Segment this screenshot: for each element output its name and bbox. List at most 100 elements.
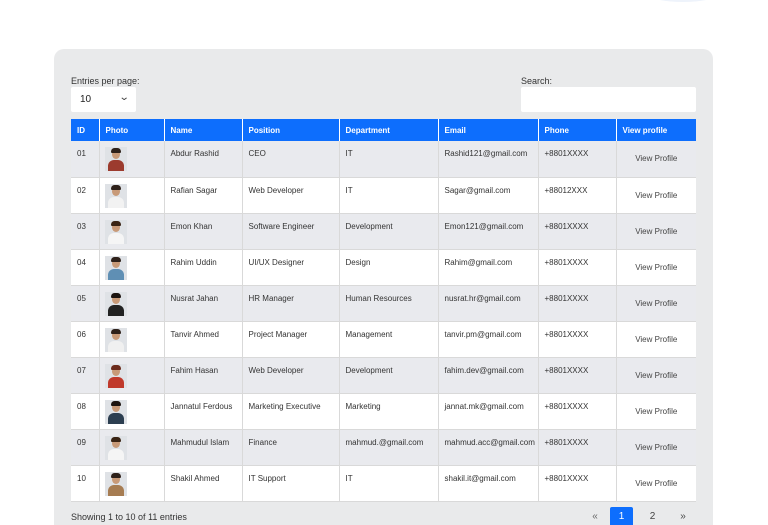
cell-position: IT Support [242,465,340,502]
pagination-page-2[interactable]: 2 [641,507,664,525]
cell-email: nusrat.hr@gmail.com [438,285,539,322]
cell-id: 04 [71,249,100,286]
cell-phone: +8801XXXX [538,465,617,502]
avatar-hair [110,364,121,370]
cell-view-profile: View Profile [616,393,696,430]
table-row: 09 Mahmudul Islam Finance mahmud.@gmail.com… [71,429,696,466]
cell-photo [99,285,165,322]
avatar [104,399,127,424]
cell-email: mahmud.acc@gmail.com [438,429,539,466]
column-header-position[interactable]: Position [242,119,340,141]
view-profile-link[interactable]: View Profile [635,335,677,344]
avatar-body [107,340,124,352]
cell-id: 10 [71,465,100,502]
employee-table-wrapper: ID Photo Name Position Department Email … [71,119,696,502]
cell-department: Marketing [339,393,439,430]
cell-photo [99,177,165,214]
avatar-body [107,412,124,424]
cell-name: Mahmudul Islam [164,429,243,466]
column-header-photo[interactable]: Photo [99,119,165,141]
column-header-email[interactable]: Email [438,119,539,141]
avatar-body [107,160,124,171]
column-header-id[interactable]: ID [71,119,100,141]
column-header-view-profile[interactable]: View profile [616,119,696,141]
cell-department: IT [339,141,439,178]
cell-email: shakil.it@gmail.com [438,465,539,502]
column-header-phone[interactable]: Phone [538,119,617,141]
cell-name: Rahim Uddin [164,249,243,286]
cell-view-profile: View Profile [616,321,696,358]
pagination-page-1[interactable]: 1 [610,507,633,525]
view-profile-link[interactable]: View Profile [635,479,677,488]
cell-view-profile: View Profile [616,285,696,322]
cell-name: Abdur Rashid [164,141,243,178]
avatar-body [107,304,124,316]
cell-department: Development [339,357,439,394]
employee-table-panel: Entries per page: 10 ⌄ Search: ID Photo … [54,49,713,525]
pagination-prev-button[interactable]: « [583,507,607,525]
cell-name: Shakil Ahmed [164,465,243,502]
entries-per-page-select[interactable]: 10 ⌄ [71,87,136,112]
entries-per-page-label: Entries per page: [71,76,140,86]
cell-photo [99,357,165,394]
cell-id: 08 [71,393,100,430]
avatar-body [107,484,124,496]
avatar-hair [110,472,121,478]
cell-phone: +8801XXXX [538,393,617,430]
table-header-row: ID Photo Name Position Department Email … [71,119,696,141]
view-profile-link[interactable]: View Profile [635,154,677,163]
cell-position: HR Manager [242,285,340,322]
pagination-next-button[interactable]: » [671,507,695,525]
cell-phone: +8801XXXX [538,213,617,250]
cell-photo [99,465,165,502]
avatar [104,435,127,460]
cell-email: jannat.mk@gmail.com [438,393,539,430]
cell-photo [99,393,165,430]
employee-table: ID Photo Name Position Department Email … [71,119,696,502]
cell-department: mahmud.@gmail.com [339,429,439,466]
cell-photo [99,213,165,250]
search-label: Search: [521,76,553,86]
cell-name: Emon Khan [164,213,243,250]
cell-phone: +8801XXXX [538,285,617,322]
table-body: 01 Abdur Rashid CEO IT Rashid121@gmail.com +8… [71,141,696,502]
cell-photo [99,141,165,178]
cell-email: Rashid121@gmail.com [438,141,539,178]
cell-name: Nusrat Jahan [164,285,243,322]
cell-department: IT [339,465,439,502]
view-profile-link[interactable]: View Profile [635,191,677,200]
cell-position: Marketing Executive [242,393,340,430]
view-profile-link[interactable]: View Profile [635,407,677,416]
cell-email: Rahim@gmail.com [438,249,539,286]
search-input[interactable] [521,87,696,112]
view-profile-link[interactable]: View Profile [635,263,677,272]
avatar-hair [110,328,121,334]
cell-phone: +8801XXXX [538,321,617,358]
avatar [104,255,127,280]
cell-phone: +88012XXX [538,177,617,214]
cell-phone: +8801XXXX [538,141,617,178]
view-profile-link[interactable]: View Profile [635,371,677,380]
avatar-hair [110,148,121,153]
decorative-blob [648,0,718,2]
cell-position: CEO [242,141,340,178]
cell-name: Tanvir Ahmed [164,321,243,358]
view-profile-link[interactable]: View Profile [635,227,677,236]
table-row: 05 Nusrat Jahan HR Manager Human Resources n… [71,285,696,322]
cell-id: 09 [71,429,100,466]
view-profile-link[interactable]: View Profile [635,443,677,452]
cell-position: UI/UX Designer [242,249,340,286]
column-header-department[interactable]: Department [339,119,439,141]
view-profile-link[interactable]: View Profile [635,299,677,308]
avatar-hair [110,184,121,190]
column-header-name[interactable]: Name [164,119,243,141]
avatar [104,147,127,171]
cell-photo [99,249,165,286]
cell-name: Fahim Hasan [164,357,243,394]
cell-department: Development [339,213,439,250]
cell-view-profile: View Profile [616,429,696,466]
cell-email: tanvir.pm@gmail.com [438,321,539,358]
avatar-hair [110,256,121,262]
table-row: 08 Jannatul Ferdous Marketing Executive Mar… [71,393,696,430]
cell-id: 07 [71,357,100,394]
